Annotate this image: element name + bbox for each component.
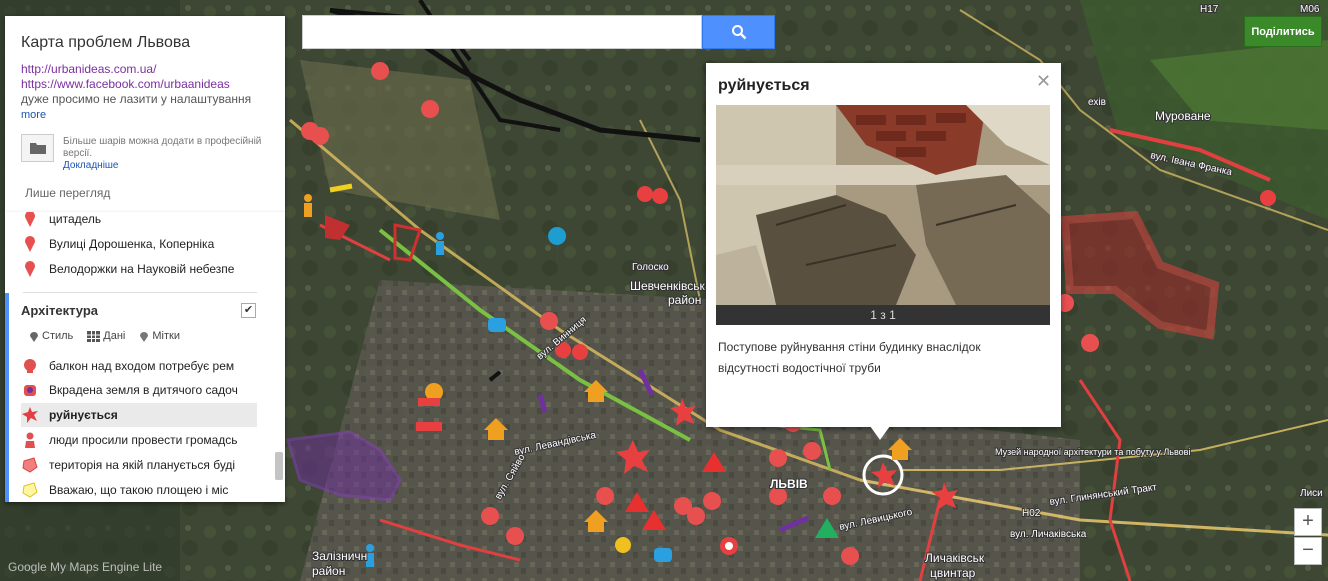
style-button[interactable]: Стиль xyxy=(29,330,73,342)
list-item-label: Вкрадена земля в дитячого садоч xyxy=(49,383,238,397)
more-link[interactable]: more xyxy=(21,109,46,121)
skull-icon xyxy=(21,358,39,374)
legend-panel: цитадель Вулиці Дорошенка, Коперніка Вел… xyxy=(5,212,285,502)
list-item[interactable]: цитадель xyxy=(21,212,257,231)
search-button[interactable] xyxy=(702,15,775,49)
map-label-zaliznychnyi-raion: район xyxy=(312,564,345,578)
layers-note-link[interactable]: Докладніше xyxy=(63,160,119,171)
info-window-title: руйнується xyxy=(718,77,810,94)
photo-counter: 1 з 1 xyxy=(716,305,1050,325)
red-pin-icon xyxy=(21,212,39,227)
link-facebook[interactable]: https://www.facebook.com/urbaanideas xyxy=(21,77,230,91)
map-label-h17: H17 xyxy=(1200,4,1219,15)
layers-button[interactable] xyxy=(21,134,54,162)
map-label-m06: M06 xyxy=(1300,4,1320,15)
list-item-label: Вважаю, що такою площею і міс xyxy=(49,483,229,497)
map-attribution: Google My Maps Engine Lite xyxy=(8,560,163,574)
info-window-description: Поступове руйнування стіни будинку внасл… xyxy=(718,340,981,375)
list-item-label: територія на якій планується буді xyxy=(49,458,236,472)
person-marker[interactable] xyxy=(304,194,312,217)
layers-note: Більше шарів можна додати в професійній … xyxy=(63,136,263,172)
layers-note-text: Більше шарів можна додати в професійній … xyxy=(63,136,262,159)
list-item-label: руйнується xyxy=(49,408,118,422)
map-label-lviv: ЛЬВІВ xyxy=(770,477,808,491)
car-marker[interactable] xyxy=(488,318,506,332)
search-input[interactable] xyxy=(302,15,702,49)
data-label: Дані xyxy=(103,330,126,342)
map-label-lekhiv: ехів xyxy=(1088,97,1106,108)
close-icon[interactable]: ✕ xyxy=(1036,71,1051,92)
map-label-murovane: Муроване xyxy=(1155,109,1211,123)
info-window-photo[interactable] xyxy=(716,105,1050,305)
layer-title[interactable]: Архітектура xyxy=(21,303,98,318)
list-item[interactable]: Вкрадена земля в дитячого садоч xyxy=(21,378,257,402)
car-marker[interactable] xyxy=(654,548,672,562)
map-description: http://urbanideas.com.ua/ https://www.fa… xyxy=(21,62,271,123)
polygon-icon xyxy=(21,457,39,473)
zoom-out-button[interactable]: − xyxy=(1294,537,1322,565)
style-label: Стиль xyxy=(42,330,74,342)
map-label-museum: Музей народної архітектури та побуту у Л… xyxy=(995,447,1190,457)
layer-visibility-checkbox[interactable]: ✔ xyxy=(241,303,256,318)
map-label-lychakivska: вул. Личаківська xyxy=(1010,529,1087,540)
explosion-icon xyxy=(21,407,39,423)
view-only-label: Лише перегляд xyxy=(25,186,111,200)
list-item-selected[interactable]: руйнується xyxy=(21,403,257,427)
map-label-lysy: Лиси xyxy=(1300,488,1323,499)
list-item-label: люди просили провести громадсь xyxy=(49,433,238,447)
list-item[interactable]: Вулиці Дорошенка, Коперніка xyxy=(21,232,257,256)
description-text: дуже просимо не лазити у налаштування xyxy=(21,92,252,106)
map-title: Карта проблем Львова xyxy=(21,34,191,51)
share-button[interactable]: Поділитись xyxy=(1244,16,1322,47)
list-item[interactable]: балкон над входом потребує рем xyxy=(21,354,257,378)
flower-marker[interactable] xyxy=(615,537,631,553)
map-label-tsvyntar: цвинтар xyxy=(930,566,976,580)
search-icon xyxy=(731,25,746,40)
red-pin-icon xyxy=(21,261,39,277)
layer-tools: Стиль Дані Мітки xyxy=(29,330,180,342)
map-label-lychakivskyi: Личаківськ xyxy=(925,551,985,565)
table-icon xyxy=(87,330,101,342)
labels-button[interactable]: Мітки xyxy=(139,330,180,342)
gun-marker[interactable] xyxy=(418,398,440,406)
list-item-label: Вулиці Дорошенка, Коперніка xyxy=(49,237,215,251)
radiation-marker[interactable] xyxy=(1260,190,1276,206)
gun-marker[interactable] xyxy=(416,422,442,431)
labels-label: Мітки xyxy=(152,330,180,342)
info-window: руйнується ✕ 1 з 1 Поступове руйнування … xyxy=(706,63,1061,427)
legend-scrollbar[interactable] xyxy=(275,452,283,480)
folder-icon xyxy=(29,143,46,154)
list-item[interactable]: Велодоржки на Науковій небезпе xyxy=(21,257,257,281)
polygon-yellow-icon xyxy=(21,482,39,498)
list-item-label: Велодоржки на Науковій небезпе xyxy=(49,262,235,276)
paint-pin-icon xyxy=(30,332,38,342)
list-item-label: балкон над входом потребує рем xyxy=(49,359,235,373)
label-pin-icon xyxy=(140,332,149,342)
map-label-zaliznychnyi: Залізничн xyxy=(312,549,367,563)
list-item-label: цитадель xyxy=(49,212,102,226)
map-label-golosko: Голоско xyxy=(632,262,669,273)
target-marker[interactable] xyxy=(720,537,738,555)
person-icon xyxy=(21,432,39,448)
person-marker[interactable] xyxy=(436,232,444,255)
map-label-h02: H02 xyxy=(1022,508,1041,519)
list-item[interactable]: територія на якій планується буді xyxy=(21,453,257,477)
info-window-tail xyxy=(870,426,890,440)
data-button[interactable]: Дані xyxy=(87,330,125,342)
list-item[interactable]: Вважаю, що такою площею і міс xyxy=(21,478,257,502)
list-item[interactable]: люди просили провести громадсь xyxy=(21,428,257,452)
divider xyxy=(23,292,257,293)
zoom-in-button[interactable]: + xyxy=(1294,508,1322,536)
map-label-raion: район xyxy=(668,293,701,307)
link-urbanideas[interactable]: http://urbanideas.com.ua/ xyxy=(21,62,156,76)
map-info-panel: Карта проблем Львова http://urbanideas.c… xyxy=(5,16,285,212)
red-pin-icon xyxy=(21,236,39,252)
robber-icon xyxy=(21,382,39,398)
map-label-shevchenkivskyi: Шевченківськ xyxy=(630,279,705,293)
